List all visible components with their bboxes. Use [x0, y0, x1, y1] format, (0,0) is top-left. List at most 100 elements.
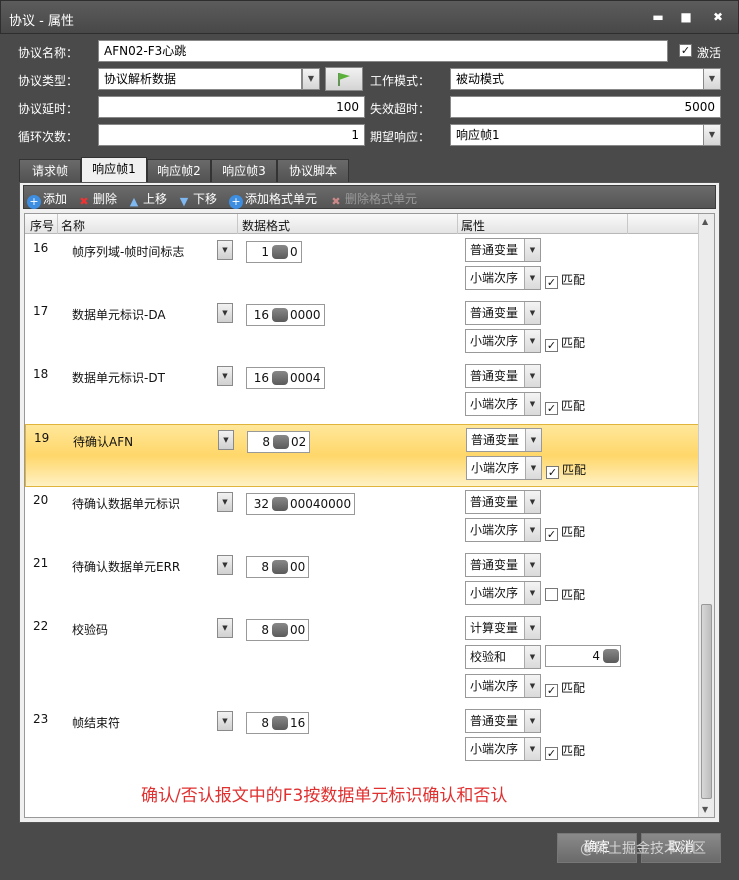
tab-response2[interactable]: 响应帧2 [147, 159, 211, 183]
close-button[interactable]: ✖ [709, 9, 727, 25]
tab-response3[interactable]: 响应帧3 [211, 159, 277, 183]
var-type-select[interactable]: 普通变量 ▼ [465, 364, 541, 388]
chevron-down-icon[interactable]: ▼ [217, 240, 233, 260]
chevron-down-icon[interactable]: ▼ [524, 365, 540, 387]
match-checkbox[interactable] [545, 588, 558, 601]
chevron-down-icon[interactable]: ▼ [524, 646, 540, 668]
format-spinner[interactable]: 16 0000 [246, 304, 325, 326]
table-row[interactable]: 18 数据单元标识-DT ▼ 16 0004 普通变量 ▼ 小端次序 ▼ ✓ 匹配 [25, 361, 700, 424]
table-row[interactable]: 20 待确认数据单元标识 ▼ 32 00040000 普通变量 ▼ 小端次序 ▼ ✓ 匹配 [25, 487, 700, 550]
expect-select[interactable]: 响应帧1 [450, 124, 704, 146]
chevron-down-icon[interactable]: ▼ [524, 617, 540, 639]
scroll-down-icon[interactable]: ▼ [702, 805, 708, 814]
byte-order-select[interactable]: 小端次序 ▼ [465, 329, 541, 353]
add-button[interactable]: + 添加 [27, 190, 67, 209]
chevron-down-icon[interactable]: ▼ [703, 124, 721, 146]
chevron-down-icon[interactable]: ▼ [217, 366, 233, 386]
byte-order-select[interactable]: 小端次序 ▼ [465, 737, 541, 761]
format-spinner[interactable]: 8 02 [247, 431, 311, 453]
scroll-up-icon[interactable]: ▲ [702, 217, 708, 226]
table-row[interactable]: 19 待确认AFN ▼ 8 02 普通变量 ▼ 小端次序 ▼ ✓ 匹配 [25, 424, 700, 487]
match-option[interactable]: ✓ 匹配 [545, 397, 585, 415]
byte-order-select[interactable]: 小端次序 ▼ [466, 456, 542, 480]
spinner-knob[interactable] [272, 245, 288, 259]
format-spinner[interactable]: 10 [246, 241, 302, 263]
chevron-down-icon[interactable]: ▼ [524, 330, 540, 352]
chevron-down-icon[interactable]: ▼ [524, 267, 540, 289]
chevron-down-icon[interactable]: ▼ [524, 519, 540, 541]
match-option[interactable]: ✓ 匹配 [545, 334, 585, 352]
match-checkbox[interactable]: ✓ [545, 276, 558, 289]
match-checkbox[interactable]: ✓ [545, 402, 558, 415]
chevron-down-icon[interactable]: ▼ [524, 675, 540, 697]
match-option[interactable]: ✓ 匹配 [545, 523, 585, 541]
chevron-down-icon[interactable]: ▼ [524, 393, 540, 415]
chevron-down-icon[interactable]: ▼ [524, 302, 540, 324]
chevron-down-icon[interactable]: ▼ [524, 582, 540, 604]
var-type-select[interactable]: 计算变量 ▼ [465, 616, 541, 640]
table-row[interactable]: 21 待确认数据单元ERR ▼ 8 00 普通变量 ▼ 小端次序 ▼ 匹配 [25, 550, 700, 613]
match-checkbox[interactable]: ✓ [545, 747, 558, 760]
match-option[interactable]: ✓ 匹配 [545, 679, 585, 697]
spinner-knob[interactable] [272, 497, 288, 511]
delay-input[interactable]: 100 [98, 96, 365, 118]
match-checkbox[interactable]: ✓ [545, 684, 558, 697]
chevron-down-icon[interactable]: ▼ [524, 239, 540, 261]
loop-input[interactable]: 1 [98, 124, 365, 146]
tab-script[interactable]: 协议脚本 [277, 159, 349, 183]
checksum-spinner[interactable]: 4 [545, 645, 621, 667]
var-type-select[interactable]: 普通变量 ▼ [465, 709, 541, 733]
checksum-select[interactable]: 校验和 ▼ [465, 645, 541, 669]
vertical-scrollbar[interactable]: ▲ ▼ [698, 214, 714, 817]
tab-response1[interactable]: 响应帧1 [81, 157, 147, 183]
format-spinner[interactable]: 8 16 [246, 712, 310, 734]
var-type-select[interactable]: 普通变量 ▼ [465, 301, 541, 325]
table-row[interactable]: 22 校验码 ▼ 8 00 计算变量 ▼ 校验和 ▼ 4 小端次序 ▼ ✓ 匹配 [25, 613, 700, 706]
chevron-down-icon[interactable]: ▼ [217, 555, 233, 575]
spinner-knob[interactable] [603, 649, 619, 663]
chevron-down-icon[interactable]: ▼ [217, 618, 233, 638]
format-spinner[interactable]: 32 00040000 [246, 493, 356, 515]
name-input[interactable]: AFN02-F3心跳 [98, 40, 668, 62]
spinner-knob[interactable] [273, 435, 289, 449]
byte-order-select[interactable]: 小端次序 ▼ [465, 581, 541, 605]
chevron-down-icon[interactable]: ▼ [524, 738, 540, 760]
delete-button[interactable]: ✖ 删除 [77, 190, 117, 209]
spinner-knob[interactable] [272, 560, 288, 574]
spinner-knob[interactable] [272, 308, 288, 322]
minimize-button[interactable]: ▬ [649, 9, 667, 25]
match-checkbox[interactable]: ✓ [546, 466, 559, 479]
table-row[interactable]: 23 帧结束符 ▼ 8 16 普通变量 ▼ 小端次序 ▼ ✓ 匹配 [25, 706, 700, 769]
chevron-down-icon[interactable]: ▼ [302, 68, 320, 90]
scrollbar-thumb[interactable] [701, 604, 712, 799]
activate-checkbox[interactable]: ✓ [679, 44, 692, 57]
move-down-button[interactable]: ▼ 下移 [177, 190, 217, 209]
spinner-knob[interactable] [272, 371, 288, 385]
byte-order-select[interactable]: 小端次序 ▼ [465, 392, 541, 416]
chevron-down-icon[interactable]: ▼ [524, 491, 540, 513]
delete-format-button[interactable]: ✖ 删除格式单元 [329, 190, 417, 209]
spinner-knob[interactable] [272, 716, 288, 730]
chevron-down-icon[interactable]: ▼ [217, 711, 233, 731]
maximize-button[interactable]: ■ [677, 9, 695, 25]
table-row[interactable]: 16 帧序列域-帧时间标志 ▼ 1 0 普通变量 ▼ 小端次序 ▼ ✓ 匹配 [25, 235, 700, 298]
byte-order-select[interactable]: 小端次序 ▼ [465, 266, 541, 290]
format-spinner[interactable]: 8 00 [246, 556, 310, 578]
tab-request[interactable]: 请求帧 [19, 159, 81, 183]
chevron-down-icon[interactable]: ▼ [524, 710, 540, 732]
var-type-select[interactable]: 普通变量 ▼ [465, 238, 541, 262]
match-checkbox[interactable]: ✓ [545, 339, 558, 352]
format-spinner[interactable]: 8 00 [246, 619, 310, 641]
move-up-button[interactable]: ▲ 上移 [127, 190, 167, 209]
match-option[interactable]: 匹配 [545, 586, 585, 603]
table-row[interactable]: 17 数据单元标识-DA ▼ 16 0000 普通变量 ▼ 小端次序 ▼ ✓ 匹配 [25, 298, 700, 361]
chevron-down-icon[interactable]: ▼ [703, 68, 721, 90]
match-option[interactable]: ✓ 匹配 [545, 271, 585, 289]
match-checkbox[interactable]: ✓ [545, 528, 558, 541]
spinner-knob[interactable] [272, 623, 288, 637]
chevron-down-icon[interactable]: ▼ [218, 430, 234, 450]
chevron-down-icon[interactable]: ▼ [525, 429, 541, 451]
byte-order-select[interactable]: 小端次序 ▼ [465, 674, 541, 698]
chevron-down-icon[interactable]: ▼ [525, 457, 541, 479]
add-format-button[interactable]: + 添加格式单元 [229, 190, 317, 209]
